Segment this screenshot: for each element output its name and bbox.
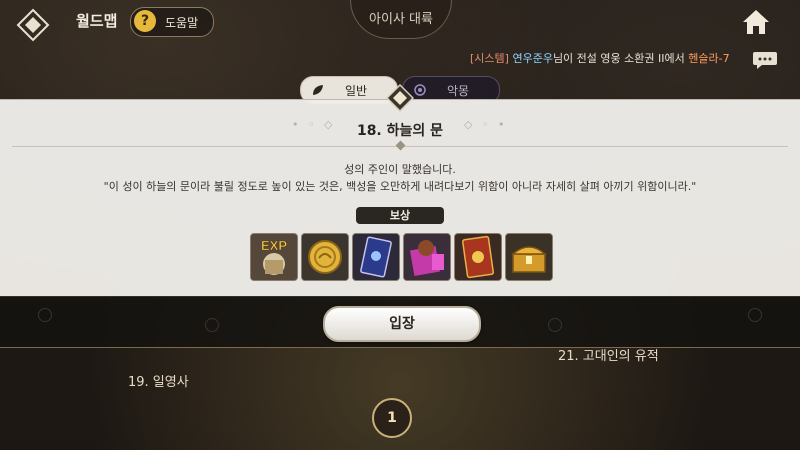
exp-text: EXP	[261, 238, 287, 253]
item-name: 헨슬라-7	[688, 52, 730, 65]
reward-item[interactable]	[301, 233, 349, 281]
help-button[interactable]: ? 도움말	[130, 7, 214, 37]
exp-icon: EXP	[251, 234, 297, 280]
continent-selector[interactable]: 아이사 대륙	[350, 0, 452, 39]
continent-label: 아이사 대륙	[369, 12, 433, 27]
map-stage-label-19[interactable]: 19. 일영사	[128, 371, 189, 390]
page-title: 월드맵	[76, 12, 118, 30]
card-icon	[353, 234, 399, 280]
reward-label: 보상	[356, 207, 444, 224]
player-name: 연우준우	[512, 52, 553, 65]
chat-icon[interactable]	[752, 50, 778, 70]
system-chat-message: [시스템] 연우준우님이 전설 영웅 소환권 II에서 헨슬라-7	[470, 50, 730, 66]
system-message-text: 님이 전설 영웅 소환권 II에서	[552, 52, 689, 65]
hero-pack-icon	[404, 234, 450, 280]
diamond-ornament-icon	[386, 84, 414, 112]
nightmare-icon	[414, 84, 426, 96]
rune-card-icon	[455, 234, 501, 280]
reward-list: EXP	[250, 233, 553, 281]
back-diamond-icon[interactable]	[16, 8, 50, 42]
help-icon: ?	[134, 10, 156, 32]
reward-item[interactable]	[403, 233, 451, 281]
stage-title: 18. 하늘의 문	[356, 123, 444, 139]
stage-description-line2: "이 성이 하늘의 문이라 불릴 정도로 높이 있는 것은, 백성을 오만하게 …	[103, 180, 697, 193]
tab-nightmare-label: 악몽	[447, 84, 470, 98]
enter-button[interactable]: 입장	[323, 306, 481, 342]
help-label: 도움말	[165, 16, 199, 30]
leaf-icon	[313, 85, 323, 95]
home-icon[interactable]	[740, 6, 772, 38]
reward-item[interactable]	[454, 233, 502, 281]
reward-item[interactable]: EXP	[250, 233, 298, 281]
system-tag: [시스템]	[470, 52, 509, 65]
reward-item[interactable]	[352, 233, 400, 281]
map-page-badge[interactable]: 1	[372, 398, 412, 438]
reward-item[interactable]	[505, 233, 553, 281]
top-bar: 월드맵 ? 도움말 아이사 대륙	[0, 0, 800, 44]
stage-description-line1: 성의 주인이 말했습니다.	[344, 163, 456, 176]
treasure-chest-icon	[506, 234, 552, 280]
tab-normal-label: 일반	[345, 84, 368, 98]
gold-coin-icon	[302, 234, 348, 280]
